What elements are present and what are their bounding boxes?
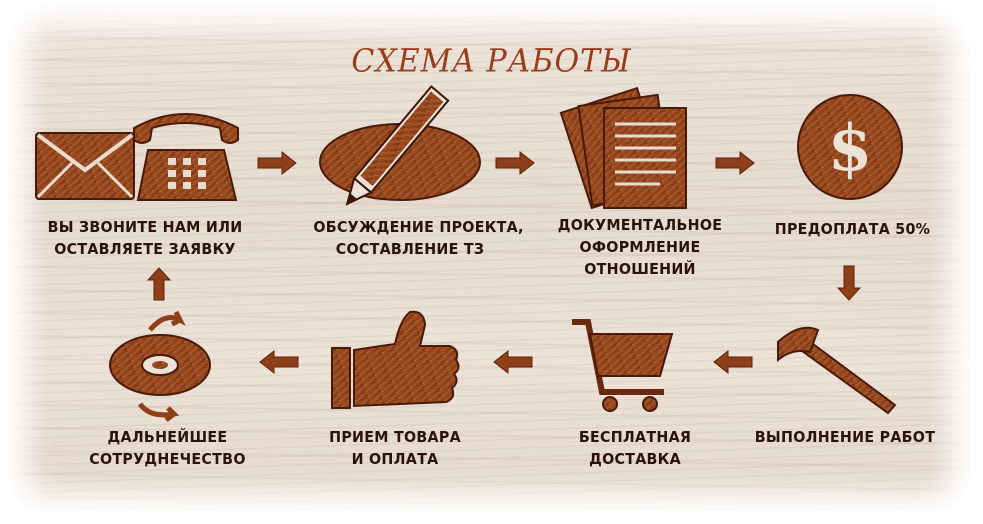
- shopping-cart-icon: [572, 319, 674, 412]
- arrow-left-5: [713, 349, 753, 375]
- step-4-label: ПРЕДОПЛАТА 50%: [774, 220, 931, 238]
- step-8-label: ДАЛЬНЕЙШЕЕ СОТРУДНЕЧЕСТВО: [89, 428, 246, 468]
- step-7-label: ПРИЕМ ТОВАРА И ОПЛАТА: [329, 428, 461, 468]
- arrow-right-3: [715, 150, 755, 176]
- step-6-label: БЕСПЛАТНАЯ ДОСТАВКА: [578, 428, 692, 468]
- step-1-label: ВЫ ЗВОНИТЕ НАМ ИЛИ ОСТАВЛЯЕТЕ ЗАЯВКУ: [47, 218, 243, 258]
- envelope-icon: [35, 132, 135, 200]
- arrow-down-4: [836, 265, 862, 301]
- dollar-coin-icon: $: [797, 94, 903, 200]
- disc-cycle-icon: [109, 310, 211, 422]
- arrow-left-6: [493, 349, 533, 375]
- thumbs-up-icon: [331, 310, 460, 409]
- documents-icon: [559, 86, 687, 210]
- pencil-icon: [319, 85, 481, 206]
- step-2-label: ОБСУЖДЕНИЕ ПРОЕКТА, СОСТАВЛЕНИЕ ТЗ: [313, 218, 524, 258]
- arrow-up-8: [146, 267, 172, 301]
- svg-text:$: $: [828, 111, 873, 186]
- telephone-icon: [133, 113, 239, 201]
- arrow-right-1: [257, 150, 297, 176]
- arrow-right-2: [495, 150, 535, 176]
- axe-icon: [777, 326, 897, 415]
- step-3-label: ДОКУМЕНТАЛЬНОЕ ОФОРМЛЕНИЕ ОТНОШЕНИЙ: [557, 216, 723, 278]
- step-5-label: ВЫПОЛНЕНИЕ РАБОТ: [754, 428, 936, 446]
- arrow-left-7: [259, 349, 299, 375]
